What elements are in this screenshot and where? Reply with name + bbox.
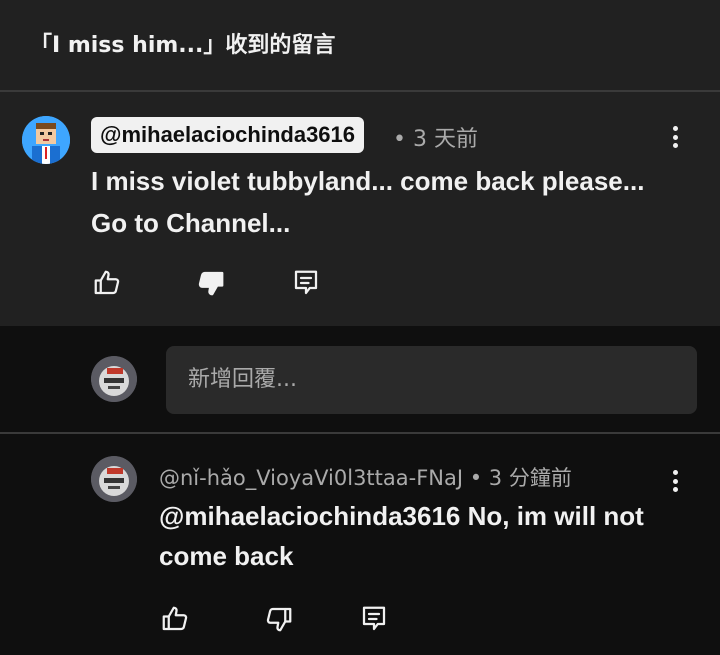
avatar-image [22, 116, 70, 164]
comment-timestamp: • 3 天前 [393, 127, 478, 152]
thumbs-up-icon[interactable] [160, 604, 190, 634]
avatar[interactable] [22, 116, 70, 164]
reply-icon[interactable] [291, 268, 321, 298]
more-vert-icon[interactable] [665, 122, 685, 152]
avatar-image [91, 456, 137, 502]
reply-text: @mihaelaciochinda3616 No, im will not co… [159, 501, 644, 571]
thumbs-down-icon[interactable] [196, 268, 226, 298]
thumbs-up-icon[interactable] [92, 268, 122, 298]
avatar[interactable] [91, 356, 137, 402]
divider [0, 432, 720, 434]
avatar-image [91, 356, 137, 402]
reply-icon[interactable] [359, 604, 389, 634]
reply-author-meta[interactable]: @nǐ-hǎo_VioyaVi0l3ttaa-FNaJ • 3 分鐘前 [159, 462, 572, 492]
more-vert-icon[interactable] [665, 466, 685, 496]
reply-input[interactable]: 新增回覆... [166, 346, 697, 414]
header: 「I miss him...」收到的留言 [0, 0, 720, 90]
comment-text: I miss violet tubbyland... come back ple… [91, 166, 645, 238]
avatar[interactable] [91, 456, 137, 502]
comment-author-handle[interactable]: @mihaelaciochinda3616 [91, 117, 365, 153]
page-title: 「I miss him...」收到的留言 [30, 33, 336, 58]
thumbs-down-icon[interactable] [264, 604, 294, 634]
